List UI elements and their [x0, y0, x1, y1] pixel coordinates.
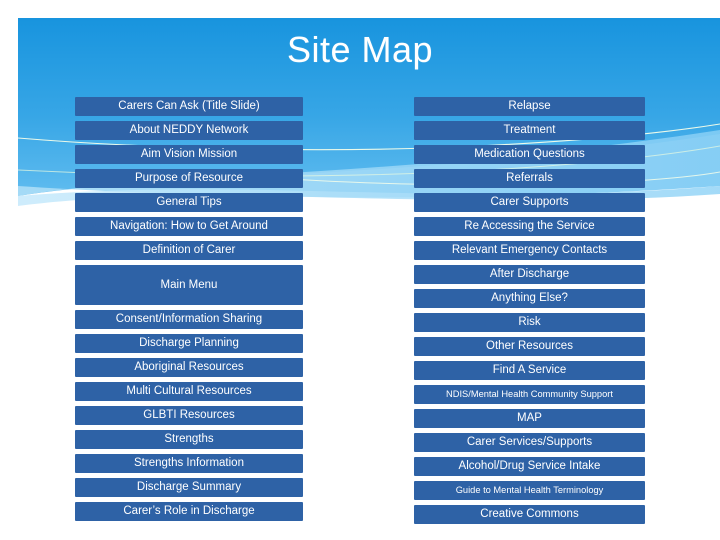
sitemap-link[interactable]: Carer Supports	[414, 193, 645, 212]
sitemap-link[interactable]: Purpose of Resource	[75, 169, 303, 188]
sitemap-right-column: Relapse Treatment Medication Questions Refe…	[414, 97, 645, 529]
sitemap-link[interactable]: Referrals	[414, 169, 645, 188]
sitemap-link[interactable]: Risk	[414, 313, 645, 332]
sitemap-link[interactable]: Aboriginal Resources	[75, 358, 303, 377]
sitemap-link[interactable]: Treatment	[414, 121, 645, 140]
sitemap-left-column: Carers Can Ask (Title Slide) About NEDDY …	[75, 97, 303, 526]
sitemap-link[interactable]: Anything Else?	[414, 289, 645, 308]
sitemap-link[interactable]: General Tips	[75, 193, 303, 212]
sitemap-link[interactable]: Carer Services/Supports	[414, 433, 645, 452]
sitemap-link[interactable]: MAP	[414, 409, 645, 428]
sitemap-link[interactable]: Find A Service	[414, 361, 645, 380]
sitemap-link[interactable]: Relapse	[414, 97, 645, 116]
sitemap-link[interactable]: Medication Questions	[414, 145, 645, 164]
slide-canvas: Site Map Carers Can Ask (Title Slide) Abo…	[0, 0, 720, 540]
sitemap-link[interactable]: Navigation: How to Get Around	[75, 217, 303, 236]
sitemap-link[interactable]: Multi Cultural Resources	[75, 382, 303, 401]
sitemap-link[interactable]: Guide to Mental Health Terminology	[414, 481, 645, 500]
sitemap-link[interactable]: Strengths Information	[75, 454, 303, 473]
sitemap-link[interactable]: Aim Vision Mission	[75, 145, 303, 164]
sitemap-link[interactable]: Discharge Summary	[75, 478, 303, 497]
sitemap-link[interactable]: About NEDDY Network	[75, 121, 303, 140]
sitemap-link[interactable]: Carer’s Role in Discharge	[75, 502, 303, 521]
sitemap-link[interactable]: Consent/Information Sharing	[75, 310, 303, 329]
sitemap-link[interactable]: Carers Can Ask (Title Slide)	[75, 97, 303, 116]
sitemap-link[interactable]: Discharge Planning	[75, 334, 303, 353]
page-title: Site Map	[286, 29, 434, 70]
sitemap-link[interactable]: Alcohol/Drug Service Intake	[414, 457, 645, 476]
sitemap-link[interactable]: Relevant Emergency Contacts	[414, 241, 645, 260]
sitemap-link[interactable]: Strengths	[75, 430, 303, 449]
sitemap-link[interactable]: Creative Commons	[414, 505, 645, 524]
sitemap-link[interactable]: Main Menu	[75, 265, 303, 305]
sitemap-link[interactable]: NDIS/Mental Health Community Support	[414, 385, 645, 404]
sitemap-link[interactable]: GLBTI Resources	[75, 406, 303, 425]
sitemap-link[interactable]: Other Resources	[414, 337, 645, 356]
sitemap-link[interactable]: Definition of Carer	[75, 241, 303, 260]
sitemap-link[interactable]: After Discharge	[414, 265, 645, 284]
sitemap-link[interactable]: Re Accessing the Service	[414, 217, 645, 236]
